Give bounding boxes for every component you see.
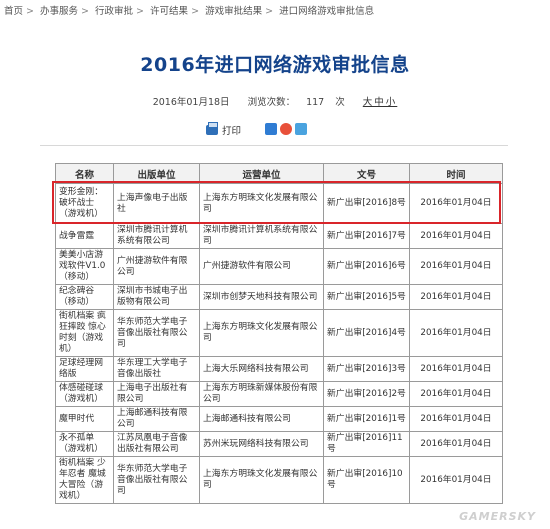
publisher-cell: 上海电子出版社有限公司: [113, 381, 200, 407]
date-cell: 2016年01月04日: [409, 356, 503, 382]
table-row: 变形金刚：破坏战士（游戏机） 上海声像电子出版社 上海东方明珠文化发展有限公司 新广出…: [55, 183, 503, 224]
game-name-cell: 街机档案 少年忍者 魔城大冒险（游戏机）: [55, 456, 114, 504]
approval-number-cell: 新广出审[2016]7号: [323, 223, 410, 249]
table-row: 纪念碑谷（移动） 深圳市书城电子出版物有限公司 深圳市创梦天地科技有限公司 新广出审[…: [55, 284, 503, 310]
approval-number-cell: 新广出审[2016]11号: [323, 431, 410, 457]
approval-number-cell: 新广出审[2016]1号: [323, 406, 410, 432]
publisher-cell: 深圳市腾讯计算机系统有限公司: [113, 223, 200, 249]
approval-number-cell: 新广出审[2016]10号: [323, 456, 410, 504]
print-button[interactable]: 打印: [206, 122, 242, 137]
operator-cell: 上海东方明珠文化发展有限公司: [199, 456, 324, 504]
share-more-icon[interactable]: [295, 123, 307, 135]
operator-cell: 广州捷游软件有限公司: [199, 248, 324, 285]
table-row: 体感碰碰球（游戏机） 上海电子出版社有限公司 上海东方明珠新媒体股份有限公司 新广出审…: [55, 381, 503, 407]
share-weibo-icon[interactable]: [280, 123, 292, 135]
breadcrumb-home[interactable]: 首页: [4, 6, 23, 17]
divider: [40, 145, 508, 146]
table-row: 街机档案 少年忍者 魔城大冒险（游戏机） 华东师范大学电子音像出版社有限公司 上海东…: [55, 456, 503, 504]
game-name-cell: 魔甲时代: [55, 406, 114, 432]
game-name-cell: 纪念碑谷（移动）: [55, 284, 114, 310]
publisher-cell: 华东理工大学电子音像出版社: [113, 356, 200, 382]
breadcrumb: 首页 > 办事服务 > 行政审批 > 许可结果 > 游戏审批结果 > 进口网络游戏审批信息: [4, 6, 375, 17]
operator-cell: 深圳市创梦天地科技有限公司: [199, 284, 324, 310]
print-label: 打印: [222, 126, 242, 137]
table-header-row: 名称 出版单位 运营单位 文号 时间: [55, 163, 503, 184]
column-header: 运营单位: [199, 163, 324, 184]
game-name-cell: 美美小店游戏软件V1.0（移动）: [55, 248, 114, 285]
approval-number-cell: 新广出审[2016]8号: [323, 183, 410, 224]
table-row: 魔甲时代 上海邮通科技有限公司 上海邮通科技有限公司 新广出审[2016]1号 2016…: [55, 406, 503, 432]
publisher-cell: 江苏凤凰电子音像出版社有限公司: [113, 431, 200, 457]
publish-date: 2016年01月18日: [152, 97, 230, 108]
publisher-cell: 华东师范大学电子音像出版社有限公司: [113, 456, 200, 504]
date-cell: 2016年01月04日: [409, 381, 503, 407]
share-bar: [265, 123, 307, 135]
publisher-cell: 深圳市书城电子出版物有限公司: [113, 284, 200, 310]
column-header: 出版单位: [113, 163, 200, 184]
table-row: 美美小店游戏软件V1.0（移动） 广州捷游软件有限公司 广州捷游软件有限公司 新广出审…: [55, 248, 503, 285]
game-name-cell: 足球经理网络版: [55, 356, 114, 382]
game-name-cell: 体感碰碰球（游戏机）: [55, 381, 114, 407]
date-cell: 2016年01月04日: [409, 309, 503, 357]
views-unit: 次: [335, 97, 345, 108]
views-count: 117: [306, 97, 325, 108]
publisher-cell: 广州捷游软件有限公司: [113, 248, 200, 285]
date-cell: 2016年01月04日: [409, 183, 503, 224]
watermark: GAMERSKY: [459, 510, 536, 523]
game-name-cell: 变形金刚：破坏战士（游戏机）: [55, 183, 114, 224]
breadcrumb-current[interactable]: 进口网络游戏审批信息: [279, 6, 374, 17]
approval-number-cell: 新广出审[2016]6号: [323, 248, 410, 285]
table-row: 战争雷霆 深圳市腾讯计算机系统有限公司 深圳市腾讯计算机系统有限公司 新广出审[201…: [55, 223, 503, 249]
date-cell: 2016年01月04日: [409, 456, 503, 504]
game-name-cell: 战争雷霆: [55, 223, 114, 249]
breadcrumb-game-approval[interactable]: 游戏审批结果: [205, 6, 262, 17]
publisher-cell: 上海声像电子出版社: [113, 183, 200, 224]
approval-number-cell: 新广出审[2016]4号: [323, 309, 410, 357]
operator-cell: 上海东方明珠新媒体股份有限公司: [199, 381, 324, 407]
approval-number-cell: 新广出审[2016]5号: [323, 284, 410, 310]
column-header: 文号: [323, 163, 410, 184]
operator-cell: 上海东方明珠文化发展有限公司: [199, 309, 324, 357]
approval-table: 名称 出版单位 运营单位 文号 时间 变形金刚：破坏战士（游戏机） 上海声像电子出版社 上海…: [55, 163, 503, 504]
article-meta: 2016年01月18日 浏览次数： 117 次 大中小: [0, 94, 550, 108]
column-header: 时间: [409, 163, 503, 184]
operator-cell: 上海东方明珠文化发展有限公司: [199, 183, 324, 224]
operator-cell: 上海大乐网络科技有限公司: [199, 356, 324, 382]
date-cell: 2016年01月04日: [409, 284, 503, 310]
date-cell: 2016年01月04日: [409, 431, 503, 457]
game-name-cell: 永不孤单（游戏机）: [55, 431, 114, 457]
printer-icon: [206, 122, 218, 135]
operator-cell: 苏州米玩网络科技有限公司: [199, 431, 324, 457]
table-row: 街机档案 疯狂摔跤 惊心时刻（游戏机） 华东师范大学电子音像出版社有限公司 上海东方…: [55, 309, 503, 357]
date-cell: 2016年01月04日: [409, 248, 503, 285]
column-header: 名称: [55, 163, 114, 184]
game-name-cell: 街机档案 疯狂摔跤 惊心时刻（游戏机）: [55, 309, 114, 357]
approval-number-cell: 新广出审[2016]3号: [323, 356, 410, 382]
breadcrumb-license-results[interactable]: 许可结果: [150, 6, 188, 17]
breadcrumb-admin-approval[interactable]: 行政审批: [95, 6, 133, 17]
views: 浏览次数： 117 次: [243, 97, 350, 108]
approval-number-cell: 新广出审[2016]2号: [323, 381, 410, 407]
date-cell: 2016年01月04日: [409, 223, 503, 249]
page-title: 2016年进口网络游戏审批信息: [140, 54, 410, 76]
operator-cell: 上海邮通科技有限公司: [199, 406, 324, 432]
operator-cell: 深圳市腾讯计算机系统有限公司: [199, 223, 324, 249]
views-label: 浏览次数：: [247, 97, 296, 108]
table-row: 足球经理网络版 华东理工大学电子音像出版社 上海大乐网络科技有限公司 新广出审[201…: [55, 356, 503, 382]
publisher-cell: 上海邮通科技有限公司: [113, 406, 200, 432]
publisher-cell: 华东师范大学电子音像出版社有限公司: [113, 309, 200, 357]
table-row: 永不孤单（游戏机） 江苏凤凰电子音像出版社有限公司 苏州米玩网络科技有限公司 新广出审…: [55, 431, 503, 457]
font-size-switcher[interactable]: 大中小: [363, 97, 398, 108]
date-cell: 2016年01月04日: [409, 406, 503, 432]
share-qzone-icon[interactable]: [265, 123, 277, 135]
breadcrumb-services[interactable]: 办事服务: [40, 6, 78, 17]
